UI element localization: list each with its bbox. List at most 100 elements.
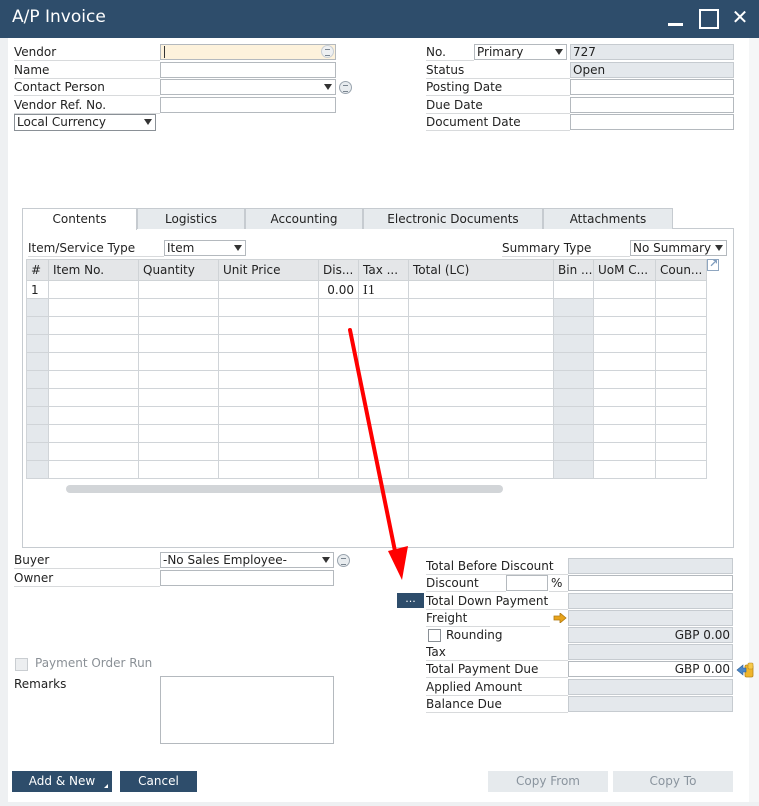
table-cell[interactable]: [553, 316, 594, 335]
table-cell[interactable]: [408, 460, 554, 479]
table-cell[interactable]: [138, 460, 219, 479]
table-cell[interactable]: [593, 316, 656, 335]
column-header[interactable]: Quantity: [138, 259, 219, 281]
table-cell[interactable]: [358, 442, 409, 461]
table-cell[interactable]: [408, 424, 554, 443]
table-cell[interactable]: [48, 298, 139, 317]
table-cell[interactable]: [553, 442, 594, 461]
table-cell[interactable]: [138, 406, 219, 425]
table-cell[interactable]: [408, 442, 554, 461]
table-cell[interactable]: [593, 442, 656, 461]
table-cell[interactable]: [138, 298, 219, 317]
table-cell[interactable]: [593, 388, 656, 407]
table-cell[interactable]: [138, 370, 219, 389]
series-dropdown[interactable]: Primary: [474, 44, 567, 60]
table-cell[interactable]: [553, 406, 594, 425]
table-cell[interactable]: [655, 298, 707, 317]
copy-to-button[interactable]: Copy To: [613, 771, 733, 792]
table-cell[interactable]: [358, 370, 409, 389]
choose-from-list-icon[interactable]: [321, 45, 334, 58]
vendor-field[interactable]: [160, 44, 336, 60]
table-cell[interactable]: [218, 334, 319, 353]
column-header[interactable]: Item No.: [48, 259, 139, 281]
table-cell[interactable]: [408, 406, 554, 425]
table-cell[interactable]: 0.00: [318, 280, 359, 299]
tab-logistics[interactable]: Logistics: [137, 208, 245, 229]
table-cell[interactable]: [218, 298, 319, 317]
table-cell[interactable]: [138, 280, 219, 299]
table-cell[interactable]: [48, 280, 139, 299]
table-row[interactable]: [26, 298, 707, 317]
column-header[interactable]: Coun...: [655, 259, 707, 281]
table-row[interactable]: [26, 370, 707, 389]
discount-percent-field[interactable]: [506, 575, 548, 591]
table-cell[interactable]: [408, 316, 554, 335]
table-row[interactable]: [26, 388, 707, 407]
tab-accounting[interactable]: Accounting: [245, 208, 363, 229]
table-row[interactable]: [26, 334, 707, 353]
table-cell[interactable]: [408, 334, 554, 353]
remarks-textarea[interactable]: [160, 676, 334, 744]
table-row[interactable]: [26, 424, 707, 443]
table-cell[interactable]: [318, 424, 359, 443]
table-cell[interactable]: [26, 442, 49, 461]
table-cell[interactable]: [408, 352, 554, 371]
table-cell[interactable]: [318, 460, 359, 479]
table-cell[interactable]: [218, 406, 319, 425]
rounding-checkbox[interactable]: [428, 629, 441, 642]
table-cell[interactable]: [358, 298, 409, 317]
table-cell[interactable]: [138, 334, 219, 353]
summary-type-dropdown[interactable]: No Summary: [630, 240, 727, 256]
table-cell[interactable]: [138, 442, 219, 461]
table-cell[interactable]: [593, 280, 656, 299]
table-cell[interactable]: [218, 352, 319, 371]
item-lines-table[interactable]: # Item No. Quantity Unit Price Dis... Ta…: [26, 259, 707, 479]
table-cell[interactable]: [218, 280, 319, 299]
table-cell[interactable]: [655, 406, 707, 425]
owner-field[interactable]: [160, 570, 334, 586]
item-service-type-dropdown[interactable]: Item: [164, 240, 246, 256]
table-cell[interactable]: [655, 442, 707, 461]
table-cell[interactable]: [655, 334, 707, 353]
tab-attachments[interactable]: Attachments: [543, 208, 673, 229]
table-row[interactable]: [26, 316, 707, 335]
table-cell[interactable]: [593, 424, 656, 443]
table-cell[interactable]: [655, 460, 707, 479]
contact-person-link-icon[interactable]: [339, 81, 352, 94]
table-cell[interactable]: [358, 316, 409, 335]
table-cell[interactable]: [408, 370, 554, 389]
table-cell[interactable]: [553, 460, 594, 479]
table-cell[interactable]: [593, 406, 656, 425]
table-cell[interactable]: [553, 370, 594, 389]
tab-electronic-documents[interactable]: Electronic Documents: [363, 208, 543, 229]
table-row[interactable]: 1 0.00 I1: [26, 280, 707, 299]
table-cell[interactable]: [358, 460, 409, 479]
table-cell[interactable]: I1: [358, 280, 409, 299]
table-cell[interactable]: 1: [26, 280, 49, 299]
table-cell[interactable]: [553, 298, 594, 317]
table-cell[interactable]: [655, 388, 707, 407]
table-cell[interactable]: [48, 460, 139, 479]
table-cell[interactable]: [138, 352, 219, 371]
add-and-new-button[interactable]: Add & New: [12, 771, 112, 792]
table-cell[interactable]: [593, 460, 656, 479]
table-cell[interactable]: [655, 370, 707, 389]
table-cell[interactable]: [318, 316, 359, 335]
column-header[interactable]: Dis...: [318, 259, 359, 281]
more-options-button[interactable]: ...: [397, 593, 424, 608]
table-cell[interactable]: [593, 334, 656, 353]
contact-person-dropdown[interactable]: [160, 79, 336, 95]
table-cell[interactable]: [48, 406, 139, 425]
column-header[interactable]: Bin ...: [553, 259, 594, 281]
table-cell[interactable]: [26, 352, 49, 371]
name-field[interactable]: [160, 62, 336, 78]
table-cell[interactable]: [553, 388, 594, 407]
table-cell[interactable]: [318, 442, 359, 461]
table-row[interactable]: [26, 352, 707, 371]
table-row[interactable]: [26, 406, 707, 425]
table-cell[interactable]: [218, 460, 319, 479]
table-cell[interactable]: [358, 388, 409, 407]
payment-means-icon[interactable]: [736, 660, 754, 678]
table-cell[interactable]: [26, 388, 49, 407]
table-cell[interactable]: [318, 370, 359, 389]
